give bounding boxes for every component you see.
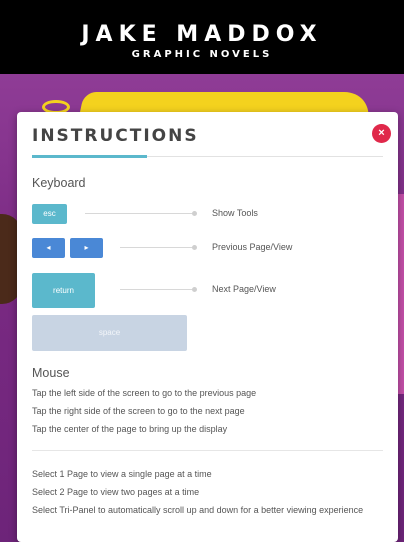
section-divider [32,450,383,451]
right-arrow-key-button[interactable]: ▸ [70,238,103,258]
space-key-button[interactable]: space [32,315,187,351]
close-icon: × [378,127,385,139]
mouse-instruction-center: Tap the center of the page to bring up t… [32,424,228,434]
mouse-heading: Mouse [32,366,70,380]
left-arrow-key-button[interactable]: ◂ [32,238,65,258]
brand-title: JAKE MADDOX [81,22,323,47]
view-mode-tri-panel: Select Tri-Panel to automatically scroll… [32,505,364,515]
arrow-left-icon: ◂ [46,243,51,252]
keyboard-heading: Keyboard [32,176,86,190]
connector-line [120,245,197,250]
instructions-modal: INSTRUCTIONS × Keyboard esc Show Tools ◂… [17,112,398,542]
show-tools-label: Show Tools [212,208,258,218]
connector-dot [192,211,197,216]
esc-key-button[interactable]: esc [32,204,67,224]
connector-dot [192,245,197,250]
return-key-button[interactable]: return [32,273,95,308]
view-mode-double: Select 2 Page to view two pages at a tim… [32,487,200,497]
modal-title: INSTRUCTIONS [32,126,199,146]
connector-line [85,211,197,216]
previous-page-label: Previous Page/View [212,242,293,252]
arrow-right-icon: ▸ [84,243,89,252]
brand-subtitle: GRAPHIC NOVELS [131,49,273,60]
next-page-label: Next Page/View [212,284,276,294]
connector-line [120,287,197,292]
close-button[interactable]: × [372,124,391,143]
top-banner: JAKE MADDOX GRAPHIC NOVELS [0,0,404,74]
title-accent-bar [32,155,147,158]
mouse-instruction-right: Tap the right side of the screen to go t… [32,406,245,416]
mouse-instruction-left: Tap the left side of the screen to go to… [32,388,257,398]
view-mode-single: Select 1 Page to view a single page at a… [32,469,212,479]
connector-dot [192,287,197,292]
